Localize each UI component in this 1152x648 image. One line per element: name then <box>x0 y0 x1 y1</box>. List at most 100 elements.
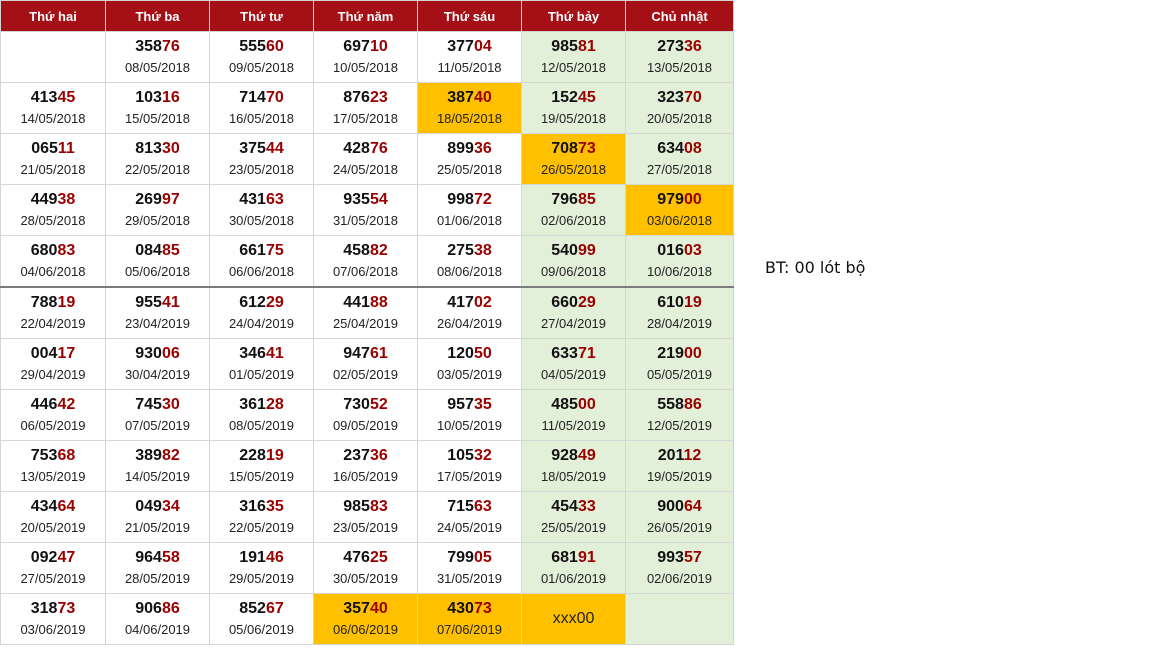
result-cell: 61229 24/04/2019 <box>209 286 314 339</box>
number-tail: 76 <box>369 140 388 157</box>
result-date: 22/05/2019 <box>228 520 295 535</box>
result-cell: 09247 27/05/2019 <box>0 542 106 594</box>
result-cell: 15245 19/05/2018 <box>521 82 626 134</box>
result-date: 31/05/2018 <box>332 213 399 228</box>
result-number: 99357 <box>626 548 733 568</box>
result-cell: 22819 15/05/2019 <box>209 440 314 492</box>
result-date: 10/05/2018 <box>332 60 399 75</box>
result-number: 19146 <box>210 548 313 568</box>
result-number: 66175 <box>210 241 313 261</box>
number-tail: 72 <box>473 191 492 208</box>
result-number: 70873 <box>522 139 625 159</box>
number-head: 275 <box>447 242 474 259</box>
number-tail: 60 <box>265 38 284 55</box>
number-tail: 41 <box>161 294 180 311</box>
header-tuesday: Thứ ba <box>105 0 210 32</box>
number-head: 788 <box>30 294 58 311</box>
number-head: 476 <box>343 549 370 566</box>
result-cell: 87623 17/05/2018 <box>313 82 418 134</box>
result-date: 16/05/2019 <box>332 469 399 484</box>
result-cell: 19146 29/05/2019 <box>209 542 314 594</box>
result-date: 18/05/2018 <box>436 111 503 126</box>
result-number: 38740 <box>418 88 521 108</box>
number-tail: 40 <box>369 600 388 617</box>
result-cell: 04934 21/05/2019 <box>105 491 210 543</box>
number-tail: 29 <box>577 294 596 311</box>
result-date: 26/05/2019 <box>646 520 713 535</box>
result-cell: 97900 03/06/2018 <box>625 184 734 236</box>
header-sunday: Chủ nhật <box>625 0 734 32</box>
result-cell <box>0 31 106 83</box>
result-date: 14/05/2018 <box>20 111 86 126</box>
result-cell: 47625 30/05/2019 <box>313 542 418 594</box>
result-cell: 89936 25/05/2018 <box>417 133 522 185</box>
number-head: 377 <box>447 38 474 55</box>
number-head: 852 <box>239 600 266 617</box>
result-date: 03/06/2018 <box>646 213 713 228</box>
number-tail: 75 <box>265 242 284 259</box>
number-head: 906 <box>135 600 162 617</box>
result-cell: 38982 14/05/2019 <box>105 440 210 492</box>
result-cell: 90686 04/06/2019 <box>105 593 210 645</box>
result-date: 17/05/2019 <box>436 469 503 484</box>
number-tail: 86 <box>161 600 180 617</box>
result-date: 04/06/2019 <box>124 622 191 637</box>
result-date: 08/05/2019 <box>228 418 295 433</box>
result-cell: 54099 09/06/2018 <box>521 235 626 288</box>
number-tail: 10 <box>369 38 388 55</box>
result-number: 47625 <box>314 548 417 568</box>
result-number: 41345 <box>1 88 105 108</box>
result-date: 15/05/2019 <box>228 469 295 484</box>
number-head: 318 <box>30 600 58 617</box>
result-number: 69710 <box>314 37 417 57</box>
result-date: 06/06/2018 <box>228 264 295 279</box>
result-number: 89936 <box>418 139 521 159</box>
number-head: 441 <box>343 294 370 311</box>
number-tail: 73 <box>473 600 492 617</box>
result-cell: 01603 10/06/2018 <box>625 235 734 288</box>
result-number: 20112 <box>626 446 733 466</box>
number-head: 796 <box>551 191 578 208</box>
number-tail: 11 <box>57 140 75 157</box>
result-cell: 44188 25/04/2019 <box>313 286 418 339</box>
result-number: 43464 <box>1 497 105 517</box>
result-date: 17/05/2018 <box>332 111 399 126</box>
result-cell: 63371 04/05/2019 <box>521 338 626 390</box>
number-head: 417 <box>447 294 474 311</box>
number-tail: 29 <box>265 294 284 311</box>
result-cell: 79905 31/05/2019 <box>417 542 522 594</box>
result-number: 35876 <box>106 37 209 57</box>
result-cell: 06511 21/05/2018 <box>0 133 106 185</box>
result-cell: 35876 08/05/2018 <box>105 31 210 83</box>
number-head: 993 <box>657 549 684 566</box>
number-head: 555 <box>239 38 266 55</box>
result-number: 78819 <box>1 293 105 313</box>
result-date: 12/05/2018 <box>540 60 607 75</box>
number-head: 191 <box>239 549 266 566</box>
result-date: 13/05/2019 <box>20 469 86 484</box>
result-cell: 68191 01/06/2019 <box>521 542 626 594</box>
number-tail: 85 <box>161 242 180 259</box>
number-head: 387 <box>447 89 474 106</box>
number-head: 708 <box>551 140 578 157</box>
result-date: 27/05/2019 <box>20 571 86 586</box>
result-date: 16/05/2018 <box>228 111 295 126</box>
result-cell: 43163 30/05/2018 <box>209 184 314 236</box>
number-head: 273 <box>657 38 684 55</box>
number-tail: 36 <box>473 140 492 157</box>
result-number: 41702 <box>418 293 521 313</box>
table-row: 35876 08/05/2018 55560 09/05/2018 69710 10/05… <box>0 31 734 83</box>
number-head: 633 <box>551 345 578 362</box>
result-number: 44642 <box>1 395 105 415</box>
result-number: 99872 <box>418 190 521 210</box>
result-date: 27/05/2018 <box>646 162 713 177</box>
result-number: 44188 <box>314 293 417 313</box>
result-cell: 36128 08/05/2019 <box>209 389 314 441</box>
result-date: 09/06/2018 <box>540 264 607 279</box>
number-head: 876 <box>343 89 370 106</box>
result-cell: 00417 29/04/2019 <box>0 338 106 390</box>
result-date: 25/05/2019 <box>540 520 607 535</box>
result-date: 23/05/2019 <box>332 520 399 535</box>
result-cell: 70873 26/05/2018 <box>521 133 626 185</box>
result-number: 71563 <box>418 497 521 517</box>
